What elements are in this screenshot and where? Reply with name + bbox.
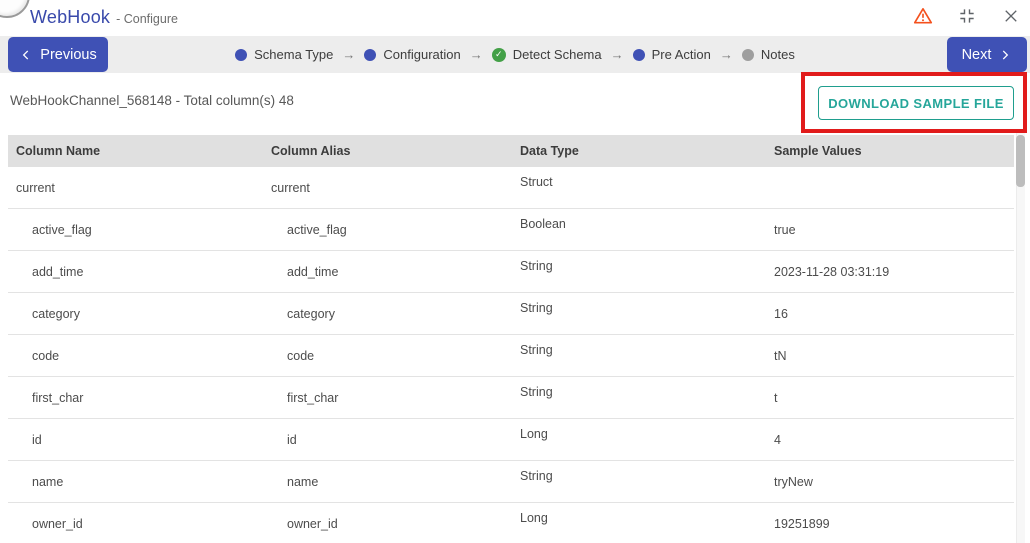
- chevron-right-icon: [998, 48, 1012, 62]
- step-dot-icon: [364, 48, 377, 61]
- column-header-name: Column Name: [16, 144, 101, 158]
- table-header: Column Name Column Alias Data Type Sampl…: [8, 135, 1014, 167]
- step-arrow: →: [342, 47, 356, 62]
- page-title: WebHook - Configure: [30, 4, 178, 30]
- cell-sample: tryNew: [774, 474, 813, 489]
- step-label: Notes: [760, 47, 795, 62]
- step-label: Pre Action: [651, 47, 711, 62]
- cell-sample: 19251899: [774, 516, 830, 531]
- cell-alias: add_time: [287, 264, 339, 279]
- step-check-icon: ✓: [491, 47, 506, 62]
- page-title-main: WebHook: [30, 7, 111, 27]
- table-row: current current Struct: [8, 167, 1014, 209]
- download-sample-file-button[interactable]: DOWNLOAD SAMPLE FILE: [818, 86, 1014, 120]
- cell-type: String: [520, 300, 553, 315]
- cell-alias: category: [287, 306, 335, 321]
- scrollbar-thumb[interactable]: [1016, 135, 1025, 187]
- cell-type: String: [520, 342, 553, 357]
- step-arrow: →: [719, 47, 733, 62]
- cell-sample: true: [774, 222, 796, 237]
- cell-name: code: [32, 348, 60, 363]
- table-row: code code String tN: [8, 335, 1014, 377]
- table-body: current current Struct active_flag active_fl…: [8, 167, 1014, 543]
- cell-name: category: [32, 306, 80, 321]
- table-row: id id Long 4: [8, 419, 1014, 461]
- step-arrow: →: [610, 47, 624, 62]
- cell-name: owner_id: [32, 516, 83, 531]
- cell-name: id: [32, 432, 42, 447]
- cell-sample: t: [774, 390, 778, 405]
- cell-name: first_char: [32, 390, 84, 405]
- cell-type: String: [520, 384, 553, 399]
- step-dot-icon: [741, 48, 754, 61]
- table-row: add_time add_time String 2023-11-28 03:31:1…: [8, 251, 1014, 293]
- step-pre-action: Pre Action: [632, 47, 711, 62]
- cell-sample: tN: [774, 348, 787, 363]
- cell-type: Struct: [520, 174, 553, 189]
- page-title-sub: - Configure: [116, 12, 178, 26]
- schema-table: Column Name Column Alias Data Type Sampl…: [8, 135, 1014, 543]
- cell-type: Boolean: [520, 216, 566, 231]
- cell-name: current: [16, 180, 55, 195]
- cell-name: active_flag: [32, 222, 92, 237]
- cell-sample: 2023-11-28 03:31:19: [774, 264, 890, 279]
- step-notes: Notes: [741, 47, 795, 62]
- scrollbar-track[interactable]: [1016, 133, 1025, 543]
- cell-type: Long: [520, 426, 548, 441]
- cell-alias: name: [287, 474, 319, 489]
- cell-name: name: [32, 474, 64, 489]
- next-button-label: Next: [961, 46, 992, 63]
- table-row: first_char first_char String t: [8, 377, 1014, 419]
- close-icon[interactable]: [1000, 5, 1022, 27]
- column-header-sample: Sample Values: [774, 144, 862, 158]
- stepper: Schema Type → Configuration → ✓ Detect Schema…: [0, 36, 1030, 73]
- cell-type: String: [520, 468, 553, 483]
- step-label: Schema Type: [254, 47, 334, 62]
- step-arrow: →: [469, 47, 483, 62]
- cell-type: String: [520, 258, 553, 273]
- compress-icon[interactable]: [956, 5, 978, 27]
- column-header-type: Data Type: [520, 144, 579, 158]
- cell-sample: 4: [774, 432, 781, 447]
- step-dot-icon: [632, 48, 645, 61]
- schema-summary: WebHookChannel_568148 - Total column(s) …: [10, 93, 294, 108]
- titlebar: WebHook - Configure: [0, 0, 1030, 36]
- step-dot-icon: [235, 48, 248, 61]
- step-detect-schema: ✓ Detect Schema: [491, 47, 602, 62]
- next-button[interactable]: Next: [947, 37, 1027, 72]
- step-label: Configuration: [383, 47, 461, 62]
- content-header: WebHookChannel_568148 - Total column(s) …: [0, 72, 1030, 135]
- cell-alias: current: [271, 180, 310, 195]
- cell-alias: first_char: [287, 390, 339, 405]
- titlebar-actions: [912, 4, 1022, 28]
- column-header-alias: Column Alias: [271, 144, 351, 158]
- table-row: name name String tryNew: [8, 461, 1014, 503]
- warning-triangle-icon[interactable]: [912, 5, 934, 27]
- cell-alias: code: [287, 348, 315, 363]
- cell-alias: active_flag: [287, 222, 347, 237]
- table-row: category category String 16: [8, 293, 1014, 335]
- step-label: Detect Schema: [512, 47, 602, 62]
- cell-name: add_time: [32, 264, 84, 279]
- table-row: owner_id owner_id Long 19251899: [8, 503, 1014, 543]
- cell-alias: id: [287, 432, 297, 447]
- cell-type: Long: [520, 510, 548, 525]
- table-row: active_flag active_flag Boolean true: [8, 209, 1014, 251]
- step-configuration: Configuration: [364, 47, 461, 62]
- cell-alias: owner_id: [287, 516, 338, 531]
- step-schema-type: Schema Type: [235, 47, 333, 62]
- wizard-stepbar: Previous Schema Type → Configuration → ✓ Dete…: [0, 36, 1030, 73]
- webhook-configure-dialog: WebHook - Configure Previous Schema Type…: [0, 0, 1030, 543]
- cell-sample: 16: [774, 306, 788, 321]
- logo-arc-icon: [0, 0, 30, 18]
